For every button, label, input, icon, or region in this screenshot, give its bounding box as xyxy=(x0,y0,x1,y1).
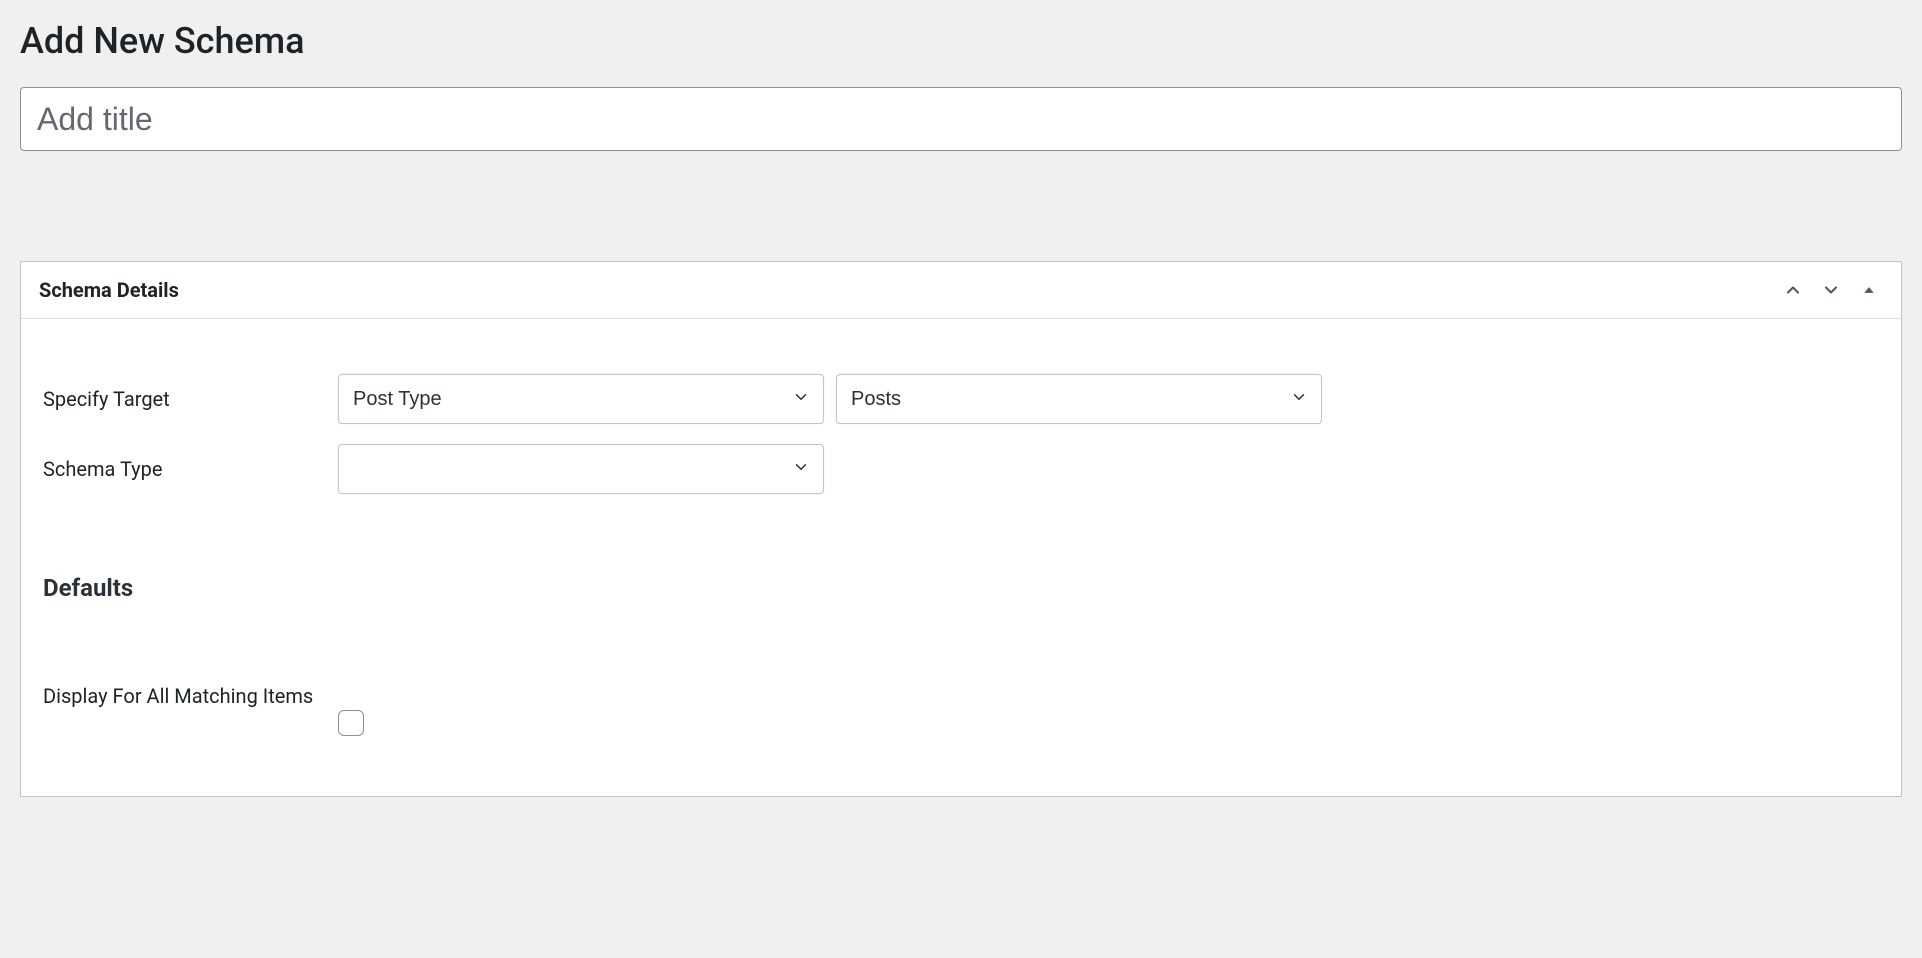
schema-details-metabox: Schema Details Specify Target xyxy=(20,261,1902,797)
schema-type-label: Schema Type xyxy=(43,457,338,481)
toggle-panel-button[interactable] xyxy=(1855,276,1883,304)
display-all-row: Display For All Matching Items xyxy=(43,682,1879,736)
metabox-body: Specify Target Post Type Posts xyxy=(21,319,1901,796)
metabox-title: Schema Details xyxy=(39,278,179,302)
chevron-up-icon xyxy=(1783,280,1803,300)
specify-target-label: Specify Target xyxy=(43,387,338,411)
metabox-header: Schema Details xyxy=(21,262,1901,319)
target-type-select[interactable]: Post Type xyxy=(338,374,824,424)
display-all-label: Display For All Matching Items xyxy=(43,682,338,710)
move-down-button[interactable] xyxy=(1817,276,1845,304)
schema-type-row: Schema Type xyxy=(43,444,1879,494)
schema-type-select[interactable] xyxy=(338,444,824,494)
move-up-button[interactable] xyxy=(1779,276,1807,304)
triangle-up-icon xyxy=(1862,283,1876,297)
target-value-select[interactable]: Posts xyxy=(836,374,1322,424)
chevron-down-icon xyxy=(1821,280,1841,300)
specify-target-row: Specify Target Post Type Posts xyxy=(43,374,1879,424)
defaults-heading: Defaults xyxy=(43,574,1879,602)
target-value-select-wrap: Posts xyxy=(836,374,1322,424)
page-title: Add New Schema xyxy=(20,20,1902,62)
schema-type-select-wrap xyxy=(338,444,824,494)
display-all-checkbox[interactable] xyxy=(338,710,364,736)
metabox-controls xyxy=(1779,276,1883,304)
target-type-select-wrap: Post Type xyxy=(338,374,824,424)
title-input[interactable] xyxy=(20,87,1902,151)
